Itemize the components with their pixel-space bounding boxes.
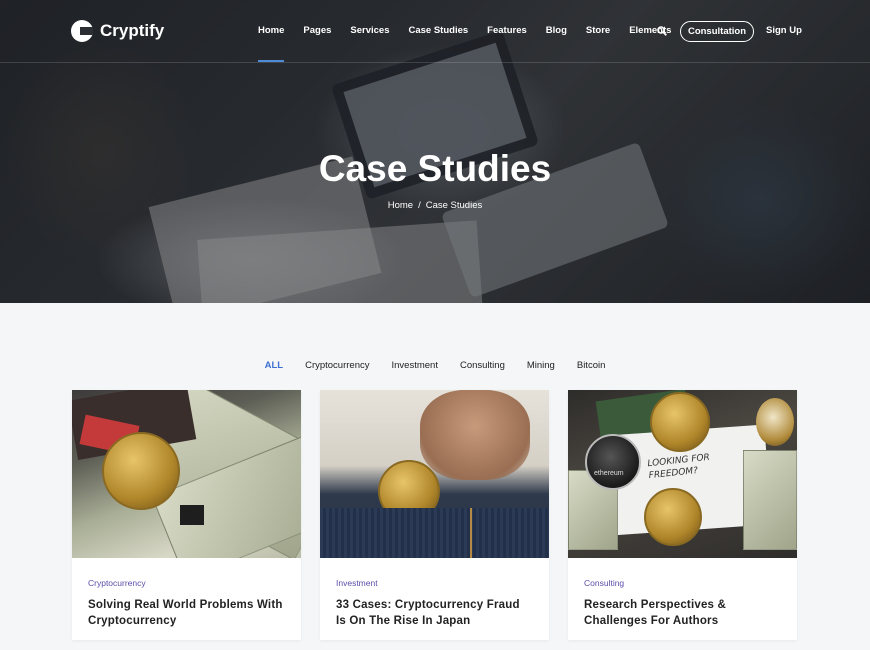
- hero-banner: Cryptify Home Pages Services Case Studie…: [0, 0, 870, 303]
- search-icon[interactable]: [657, 26, 667, 36]
- card-image-bitcoin-pocket[interactable]: [320, 390, 549, 558]
- menu-item-services[interactable]: Services: [350, 25, 389, 36]
- card-image-coins-notes[interactable]: ethereum LOOKING FOR FREEDOM?: [568, 390, 797, 558]
- filter-all[interactable]: ALL: [265, 360, 283, 371]
- card-category[interactable]: Cryptocurrency: [88, 578, 285, 588]
- card3-coin-label: ethereum: [594, 470, 624, 477]
- card-category[interactable]: Consulting: [584, 578, 781, 588]
- consultation-button[interactable]: Consultation: [680, 21, 754, 42]
- logo-text: Cryptify: [100, 21, 165, 40]
- breadcrumb-separator: /: [418, 200, 421, 211]
- filter-mining[interactable]: Mining: [527, 360, 555, 371]
- case-study-card[interactable]: ethereum LOOKING FOR FREEDOM? Consulting…: [568, 390, 797, 640]
- menu-item-case-studies[interactable]: Case Studies: [409, 25, 469, 36]
- sign-up-link[interactable]: Sign Up: [766, 25, 802, 36]
- card-title[interactable]: Research Perspectives & Challenges For A…: [584, 597, 781, 629]
- breadcrumb-current: Case Studies: [425, 200, 483, 211]
- breadcrumb-home[interactable]: Home: [388, 200, 413, 211]
- logo-icon: [71, 20, 93, 42]
- menu-item-features[interactable]: Features: [487, 25, 527, 36]
- case-study-card[interactable]: Investment 33 Cases: Cryptocurrency Frau…: [320, 390, 549, 640]
- card-title[interactable]: Solving Real World Problems With Cryptoc…: [88, 597, 285, 629]
- card-image-cash-coin[interactable]: [72, 390, 301, 558]
- menu-item-blog[interactable]: Blog: [546, 25, 567, 36]
- card-category[interactable]: Investment: [336, 578, 533, 588]
- filter-consulting[interactable]: Consulting: [460, 360, 505, 371]
- category-filters: ALL Cryptocurrency Investment Consulting…: [0, 360, 870, 371]
- top-navigation: Cryptify Home Pages Services Case Studie…: [0, 0, 870, 63]
- filter-cryptocurrency[interactable]: Cryptocurrency: [305, 360, 369, 371]
- menu-item-store[interactable]: Store: [586, 25, 610, 36]
- case-study-card[interactable]: Cryptocurrency Solving Real World Proble…: [72, 390, 301, 640]
- logo[interactable]: Cryptify: [71, 20, 164, 42]
- filter-bitcoin[interactable]: Bitcoin: [577, 360, 606, 371]
- main-menu: Home Pages Services Case Studies Feature…: [258, 25, 690, 62]
- menu-item-home[interactable]: Home: [258, 25, 285, 62]
- case-study-grid: Cryptocurrency Solving Real World Proble…: [72, 390, 816, 640]
- filter-investment[interactable]: Investment: [392, 360, 438, 371]
- page-title: Case Studies: [318, 148, 552, 189]
- menu-item-pages[interactable]: Pages: [303, 25, 331, 36]
- card-title[interactable]: 33 Cases: Cryptocurrency Fraud Is On The…: [336, 597, 533, 629]
- breadcrumb: Home / Case Studies: [0, 200, 870, 211]
